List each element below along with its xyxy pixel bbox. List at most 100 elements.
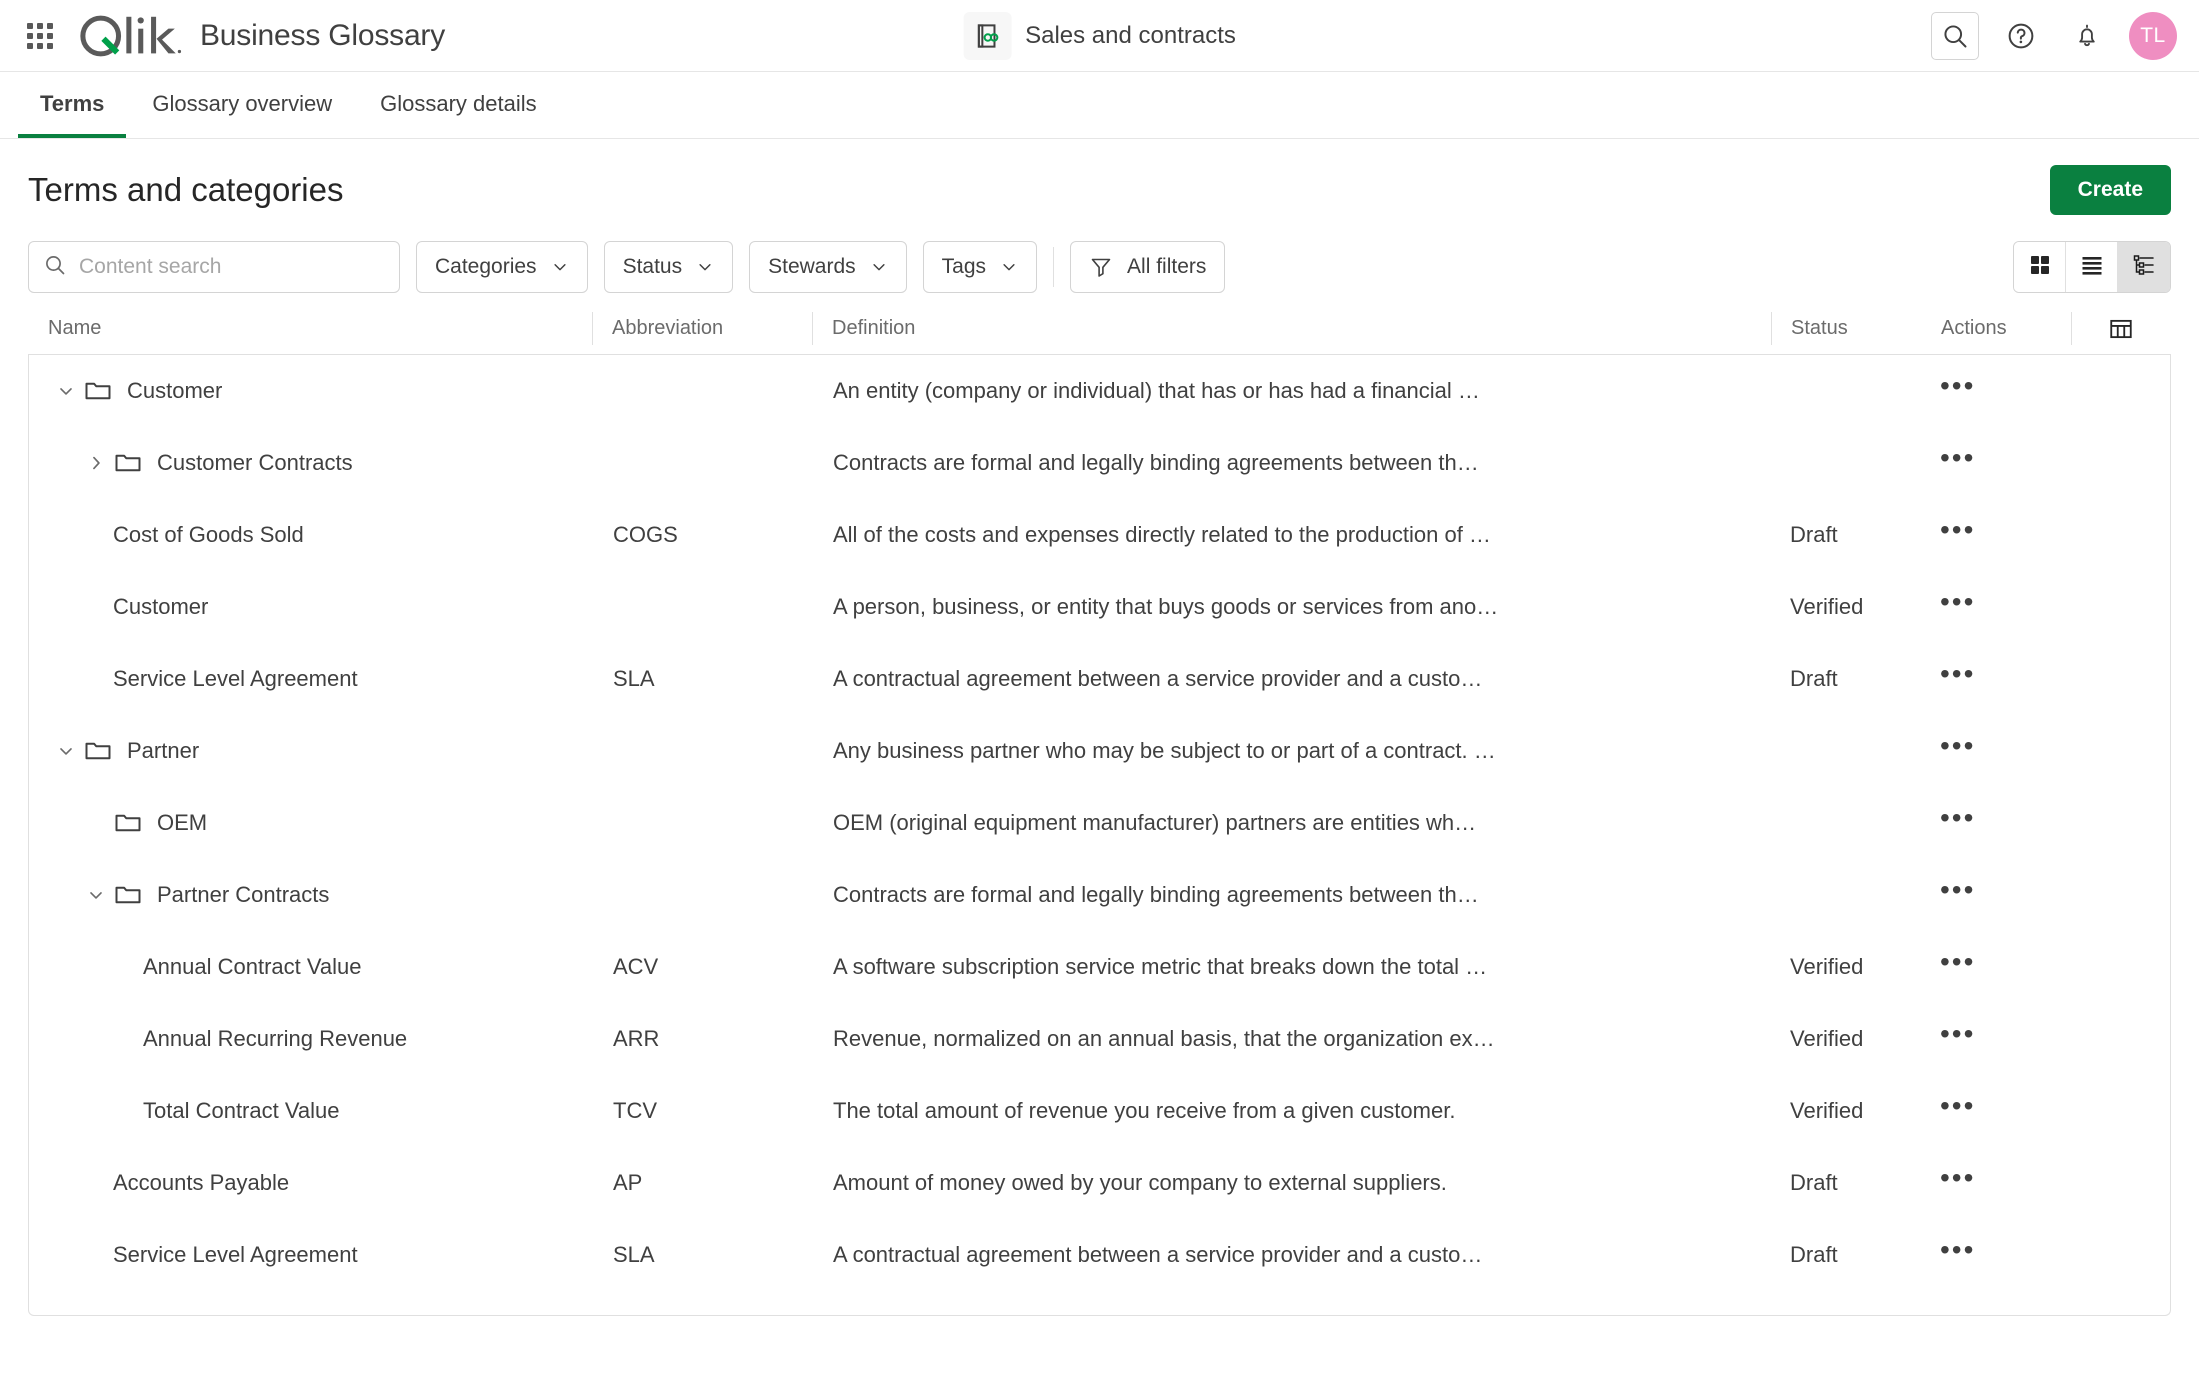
table-row[interactable]: OEM OEM (original equipment manufacturer)… — [29, 787, 2170, 859]
create-button[interactable]: Create — [2049, 165, 2171, 215]
glossary-context-selector[interactable]: Sales and contracts — [963, 11, 1236, 60]
list-view-button[interactable] — [2066, 242, 2118, 292]
row-actions-menu-button[interactable]: ••• — [1940, 804, 1975, 842]
cell-name[interactable]: Total Contract Value — [29, 1075, 593, 1147]
table-row[interactable]: Partner Contracts Contracts are formal an… — [29, 859, 2170, 931]
column-header-actions[interactable]: Actions — [1921, 303, 2071, 354]
chevron-down-icon[interactable] — [79, 878, 113, 912]
row-actions-menu-button[interactable]: ••• — [1940, 1020, 1975, 1058]
column-header-name[interactable]: Name — [28, 303, 592, 354]
search-input[interactable] — [79, 255, 385, 279]
chevron-down-icon[interactable] — [49, 374, 83, 408]
column-header-definition[interactable]: Definition — [812, 303, 1771, 354]
table-row[interactable]: Customer Contracts Contracts are formal a… — [29, 427, 2170, 499]
table-row[interactable]: Service Level Agreement SLA A contractual … — [29, 1219, 2170, 1291]
row-name-label: Accounts Payable — [113, 1170, 290, 1195]
view-toggle-group — [2013, 241, 2171, 293]
avatar[interactable]: TL — [2129, 11, 2177, 60]
chevron-down-icon — [1003, 264, 1015, 271]
cell-name[interactable]: Partner Contracts — [29, 859, 593, 931]
cell-spacer — [2070, 1147, 2170, 1219]
row-actions-menu-button[interactable]: ••• — [1940, 1164, 1975, 1202]
cell-name[interactable]: Accounts Payable — [29, 1147, 593, 1219]
table-row[interactable]: Annual Contract Value ACV A software subsc… — [29, 931, 2170, 1003]
filter-bar: Categories Status Stewards Tags — [28, 231, 2171, 303]
cell-abbreviation: ARR — [613, 1026, 660, 1051]
cell-abbreviation: AP — [613, 1170, 643, 1195]
table-row[interactable]: Partner Any business partner who may be s… — [29, 715, 2170, 787]
terms-table[interactable]: Customer An entity (company or individual… — [28, 355, 2171, 1316]
tags-filter[interactable]: Tags — [922, 241, 1038, 293]
row-actions-menu-button[interactable]: ••• — [1940, 876, 1975, 914]
categories-filter[interactable]: Categories — [416, 241, 588, 293]
cell-definition: Contracts are formal and legally binding… — [833, 882, 1479, 907]
row-name-label: OEM — [157, 810, 208, 835]
column-header-status[interactable]: Status — [1771, 303, 1921, 354]
cell-status — [1770, 355, 1920, 427]
tree-view-button[interactable] — [2118, 242, 2170, 292]
row-actions-menu-button[interactable]: ••• — [1940, 588, 1975, 626]
table-row[interactable]: Cost of Goods Sold COGS All of the costs a… — [29, 499, 2170, 571]
cell-name[interactable]: Customer Contracts — [29, 427, 593, 499]
app-title: Business Glossary — [200, 18, 446, 52]
all-filters-button[interactable]: All filters — [1070, 241, 1226, 293]
cell-name[interactable]: OEM — [29, 787, 593, 859]
tab-glossary-overview[interactable]: Glossary overview — [130, 74, 354, 138]
row-name-label: Customer Contracts — [157, 450, 353, 475]
row-actions-menu-button[interactable]: ••• — [1940, 732, 1975, 770]
table-columns-icon[interactable] — [2071, 303, 2171, 354]
search-icon[interactable] — [1931, 11, 1979, 60]
table-row[interactable]: Customer A person, business, or entity th… — [29, 571, 2170, 643]
status-filter[interactable]: Status — [603, 241, 734, 293]
filter-divider — [1053, 247, 1055, 287]
row-actions-menu-button[interactable]: ••• — [1940, 660, 1975, 698]
search-icon — [43, 253, 67, 282]
app-launcher-icon[interactable] — [18, 14, 62, 58]
cell-spacer — [2070, 1075, 2170, 1147]
cell-status — [1770, 859, 1920, 931]
table-row[interactable]: Annual Recurring Revenue ARR Revenue, norm… — [29, 1003, 2170, 1075]
brand[interactable]: Business Glossary — [76, 13, 445, 59]
chevron-right-icon[interactable] — [79, 446, 113, 480]
tab-glossary-details[interactable]: Glossary details — [358, 74, 559, 138]
cell-name[interactable]: Service Level Agreement — [29, 1219, 593, 1291]
table-row[interactable]: Customer An entity (company or individual… — [29, 355, 2170, 427]
cell-spacer — [2070, 1219, 2170, 1291]
column-header-abbreviation[interactable]: Abbreviation — [592, 303, 812, 354]
table-row[interactable]: Total Contract Value TCV The total amount … — [29, 1075, 2170, 1147]
cell-name[interactable]: Service Level Agreement — [29, 643, 593, 715]
cell-name[interactable]: Cost of Goods Sold — [29, 499, 593, 571]
cell-spacer — [2070, 355, 2170, 427]
help-circle-icon[interactable] — [1997, 12, 2045, 60]
chevron-down-icon[interactable] — [49, 734, 83, 768]
row-actions-menu-button[interactable]: ••• — [1940, 948, 1975, 986]
content-search-box[interactable] — [28, 241, 400, 293]
bell-icon[interactable] — [2063, 12, 2111, 60]
row-actions-menu-button[interactable]: ••• — [1940, 444, 1975, 482]
cell-definition: Amount of money owed by your company to … — [833, 1170, 1447, 1195]
row-actions-menu-button[interactable]: ••• — [1940, 516, 1975, 554]
cell-name[interactable]: Annual Recurring Revenue — [29, 1003, 593, 1075]
tab-terms[interactable]: Terms — [18, 74, 127, 138]
row-actions-menu-button[interactable]: ••• — [1940, 1236, 1975, 1274]
cell-name[interactable]: Customer — [29, 355, 593, 427]
cell-abbreviation — [593, 571, 813, 643]
row-actions-menu-button[interactable]: ••• — [1940, 1092, 1975, 1130]
cell-name[interactable]: Customer — [29, 571, 593, 643]
cell-name[interactable]: Partner — [29, 715, 593, 787]
cell-name[interactable]: Annual Contract Value — [29, 931, 593, 1003]
stewards-filter[interactable]: Stewards — [749, 241, 907, 293]
row-name-label: Total Contract Value — [143, 1098, 340, 1123]
page-content: Terms and categories Create Categories S… — [0, 139, 2199, 1316]
cell-abbreviation — [593, 427, 813, 499]
row-actions-menu-button[interactable]: ••• — [1940, 372, 1975, 410]
tags-filter-label: Tags — [941, 255, 987, 278]
table-row[interactable]: Service Level Agreement SLA A contractual … — [29, 643, 2170, 715]
table-row[interactable]: Accounts Payable AP Amount of money owed b… — [29, 1147, 2170, 1219]
main-tabs: Terms Glossary overview Glossary details — [0, 72, 2199, 139]
grid-view-button[interactable] — [2014, 242, 2066, 292]
